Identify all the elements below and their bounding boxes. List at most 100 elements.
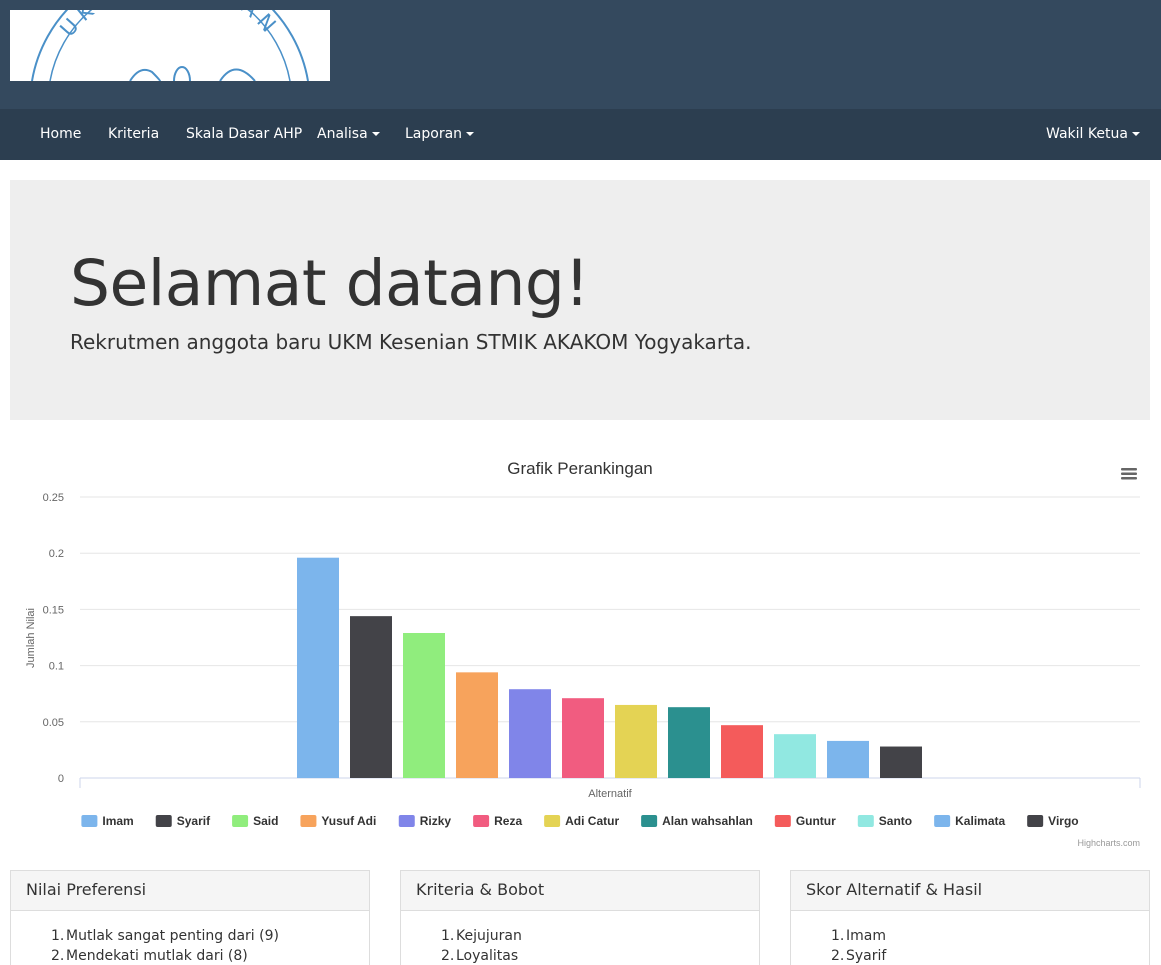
list-item: 2. Loyalitas [441, 948, 519, 964]
legend-label: Adi Catur [565, 814, 619, 828]
legend-item[interactable]: Adi Catur [544, 814, 619, 828]
caret-down-icon [1131, 132, 1140, 136]
panel-title: Skor Alternatif & Hasil [791, 871, 1149, 911]
nav-analisa-dropdown[interactable]: Analisa [317, 109, 380, 160]
legend-label: Imam [102, 814, 133, 828]
legend-item[interactable]: Syarif [155, 814, 211, 828]
legend-label: Kalimata [955, 814, 1005, 828]
bar-said[interactable] [403, 633, 445, 778]
panel-title: Nilai Preferensi [11, 871, 369, 911]
legend-item[interactable]: Kalimata [934, 814, 1005, 828]
legend-label: Rizky [420, 814, 452, 828]
legend-label: Said [253, 814, 278, 828]
legend-swatch [473, 815, 490, 827]
list-item-text: Imam [846, 928, 886, 944]
y-tick-label: 0.15 [43, 604, 64, 616]
bar-santo[interactable] [774, 734, 816, 778]
bar-syarif[interactable] [350, 616, 392, 778]
nav-skala-dasar-ahp[interactable]: Skala Dasar AHP [186, 109, 302, 160]
bar-adi-catur[interactable] [615, 704, 657, 778]
bar-imam[interactable] [297, 557, 339, 778]
list-item: 2. Mendekati mutlak dari (8) [51, 948, 248, 964]
legend-item[interactable]: Said [232, 814, 278, 828]
legend-label: Yusuf Adi [321, 814, 376, 828]
nav-laporan-dropdown[interactable]: Laporan [405, 109, 475, 160]
chart-x-axis-label: Alternatif [588, 788, 632, 800]
nav-kriteria-label: Kriteria [108, 126, 160, 142]
nav-home[interactable]: Home [40, 109, 81, 160]
chart-title: Grafik Perankingan [507, 459, 653, 478]
chart-menu-icon[interactable] [1118, 464, 1140, 482]
legend-item[interactable]: Imam [81, 814, 134, 828]
nav-laporan-label: Laporan [405, 126, 463, 142]
nav-analisa-label: Analisa [317, 126, 368, 142]
chart-y-axis-label: Jumlah Nilai [25, 608, 37, 668]
bar-guntur[interactable] [721, 725, 763, 778]
panel-kriteria-bobot: Kriteria & Bobot 1. Kejujuran 2. Loyalitas [400, 870, 760, 965]
list-item-text: Kejujuran [456, 928, 522, 944]
bar-kalimata[interactable] [827, 740, 869, 778]
caret-down-icon [466, 132, 475, 136]
y-tick-label: 0.25 [43, 492, 64, 504]
ranking-chart: Grafik Perankingan 0 0.05 0.1 0.15 0.2 0.25 J… [10, 440, 1150, 855]
nav-skala-label: Skala Dasar AHP [186, 126, 303, 142]
welcome-jumbotron: Selamat datang! Rekrutmen anggota baru U… [10, 180, 1150, 420]
list-item-text: Mutlak sangat penting dari (9) [66, 928, 279, 944]
legend-item[interactable]: Reza [473, 814, 522, 828]
panel-nilai-preferensi: Nilai Preferensi 1. Mutlak sangat penting… [10, 870, 370, 965]
legend-swatch [544, 815, 561, 827]
list-item-text: Mendekati mutlak dari (8) [66, 948, 248, 964]
header-bar: UKM KESENIAN [0, 0, 1161, 109]
legend-label: Virgo [1048, 814, 1078, 828]
legend-item[interactable]: Yusuf Adi [300, 814, 376, 828]
legend-label: Guntur [796, 814, 836, 828]
logo-text: UKM KESENIAN [55, 10, 278, 41]
nav-user-label: Wakil Ketua [1046, 126, 1128, 142]
list-item: 2. Syarif [831, 948, 887, 964]
list-item-text: Syarif [846, 948, 887, 964]
list-item: 1. Kejujuran [441, 928, 522, 944]
legend-swatch [81, 815, 98, 827]
legend-label: Reza [494, 814, 522, 828]
bar-yusuf-adi[interactable] [456, 672, 498, 778]
bar-rizky[interactable] [509, 689, 551, 778]
legend-item[interactable]: Alan wahsahlan [641, 814, 753, 828]
legend-item[interactable]: Rizky [398, 814, 452, 828]
nav-user-dropdown[interactable]: Wakil Ketua [1046, 109, 1140, 160]
list-item: 1. Mutlak sangat penting dari (9) [51, 928, 279, 944]
ukm-kesenian-logo[interactable]: UKM KESENIAN [10, 10, 330, 81]
panel-skor-alternatif: Skor Alternatif & Hasil 1. Imam 2. Syarif [790, 870, 1150, 965]
chart-credits[interactable]: Highcharts.com [1077, 838, 1140, 848]
legend-item[interactable]: Guntur [774, 814, 836, 828]
bar-reza[interactable] [562, 698, 604, 778]
y-tick-label: 0 [58, 773, 64, 785]
panel-title: Kriteria & Bobot [401, 871, 759, 911]
legend-item[interactable]: Virgo [1027, 814, 1079, 828]
legend-swatch [934, 815, 951, 827]
welcome-title: Selamat datang! [70, 247, 590, 320]
y-tick-label: 0.2 [49, 548, 64, 560]
legend-label: Santo [879, 814, 912, 828]
legend-item[interactable]: Santo [857, 814, 912, 828]
bar-alan-wahsahlan[interactable] [668, 707, 710, 778]
nav-home-label: Home [40, 126, 82, 142]
main-navbar: Home Kriteria Skala Dasar AHP Analisa La… [0, 109, 1161, 160]
list-item: 1. Imam [831, 928, 886, 944]
list-item-text: Loyalitas [456, 948, 519, 964]
legend-label: Alan wahsahlan [662, 814, 753, 828]
bar-virgo[interactable] [880, 746, 922, 778]
legend-swatch [857, 815, 874, 827]
welcome-subtitle: Rekrutmen anggota baru UKM Kesenian STMI… [70, 330, 752, 354]
y-tick-label: 0.1 [49, 661, 64, 673]
legend-swatch [300, 815, 317, 827]
legend-swatch [232, 815, 249, 827]
caret-down-icon [371, 132, 380, 136]
legend-swatch [1027, 815, 1044, 827]
nav-kriteria[interactable]: Kriteria [108, 109, 159, 160]
legend-swatch [155, 815, 172, 827]
legend-swatch [774, 815, 791, 827]
y-tick-label: 0.05 [43, 717, 64, 729]
legend-swatch [398, 815, 415, 827]
legend-swatch [641, 815, 658, 827]
svg-text:UKM KESENIAN: UKM KESENIAN [55, 10, 284, 41]
